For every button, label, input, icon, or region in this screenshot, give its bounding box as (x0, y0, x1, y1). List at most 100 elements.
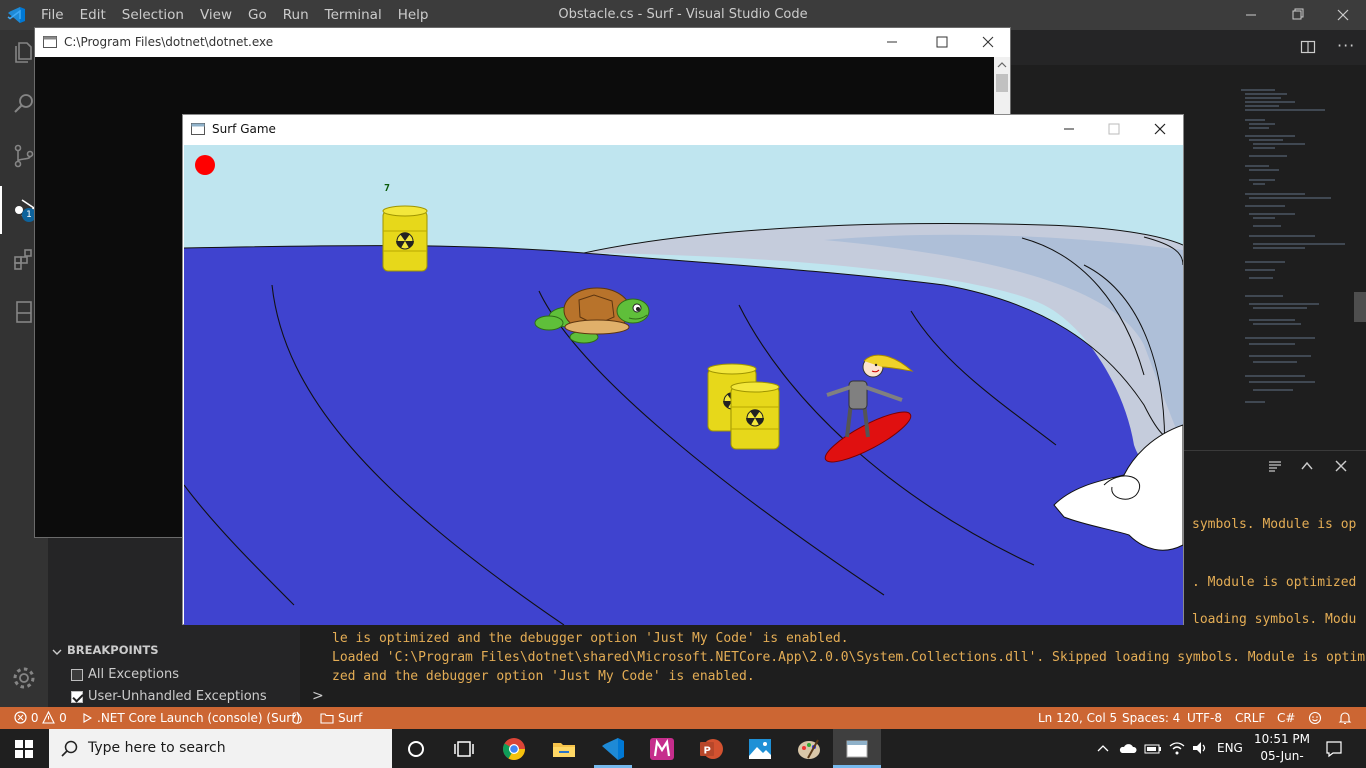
menu-terminal[interactable]: Terminal (317, 0, 390, 30)
more-actions-icon[interactable]: ··· (1337, 36, 1355, 55)
flame-icon[interactable] (291, 711, 303, 725)
powerpoint-icon[interactable]: P (696, 734, 726, 764)
output-line-3: zed and the debugger option 'Just My Cod… (332, 669, 755, 684)
end-of-line[interactable]: CRLF (1235, 707, 1265, 729)
status-bar: 0 0 .NET Core Launch (console) (Surf) Su… (0, 707, 1366, 729)
menu-run[interactable]: Run (275, 0, 317, 30)
menu-file[interactable]: File (33, 0, 72, 30)
language-mode[interactable]: C# (1277, 707, 1295, 729)
console-minimize-icon[interactable] (885, 35, 899, 49)
paint-icon[interactable] (794, 734, 824, 764)
vscode-titlebar: File Edit Selection View Go Run Terminal… (0, 0, 1366, 30)
onedrive-icon[interactable] (1119, 741, 1137, 755)
search-icon (61, 740, 78, 757)
console-app-icon (43, 36, 57, 48)
tray-chevron-up-icon[interactable] (1096, 743, 1110, 753)
active-indicator (0, 186, 2, 234)
encoding[interactable]: UTF-8 (1187, 707, 1222, 729)
score-counter: 7 (384, 183, 390, 194)
warning-count: 0 (59, 711, 67, 725)
cortana-icon[interactable] (401, 734, 431, 764)
svg-text:P: P (704, 746, 711, 757)
scroll-up-arrow-icon[interactable] (997, 61, 1007, 69)
wifi-icon[interactable] (1168, 740, 1186, 756)
chevron-down-icon[interactable] (52, 647, 62, 657)
clock-time[interactable]: 10:51 PM (1253, 731, 1311, 748)
taskbar-search[interactable]: Type here to search (49, 729, 392, 768)
vscode-logo-icon (7, 7, 25, 23)
windows-taskbar: Type here to search P ENG 10:51 PM 05-Ju… (0, 729, 1366, 768)
notifications-bell-icon[interactable] (1338, 711, 1352, 725)
warning-icon (42, 710, 56, 724)
menu-help[interactable]: Help (390, 0, 437, 30)
breakpoint-label: User-Unhandled Exceptions (88, 689, 267, 704)
output-line-fragment-2: . Module is optimized (1192, 575, 1357, 590)
menu-go[interactable]: Go (240, 0, 275, 30)
breakpoint-all-exceptions[interactable]: All Exceptions (71, 667, 179, 682)
editor-scrollbar-thumb[interactable] (1354, 292, 1366, 322)
breakpoints-header[interactable]: BREAKPOINTS (67, 643, 159, 657)
menu-selection[interactable]: Selection (114, 0, 192, 30)
console-maximize-icon[interactable] (935, 35, 949, 49)
error-count: 0 (30, 711, 39, 725)
indentation[interactable]: Spaces: 4 (1122, 707, 1180, 729)
life-indicator (195, 155, 215, 175)
folder-name[interactable]: Surf (338, 707, 362, 729)
breakpoint-label: All Exceptions (88, 667, 179, 682)
console-titlebar[interactable]: C:\Program Files\dotnet\dotnet.exe (35, 28, 1010, 57)
action-center-icon[interactable] (1325, 740, 1343, 758)
surf-close-icon[interactable] (1153, 122, 1167, 136)
maximize-panel-icon[interactable] (1300, 459, 1314, 473)
chrome-icon[interactable] (499, 734, 529, 764)
checkbox-user-unhandled[interactable] (71, 690, 83, 703)
input-language[interactable]: ENG (1217, 729, 1243, 768)
console-title: C:\Program Files\dotnet\dotnet.exe (64, 35, 274, 49)
surf-maximize-icon (1108, 123, 1120, 135)
cursor-position[interactable]: Ln 120, Col 5 (1038, 707, 1117, 729)
problems-status[interactable]: 0 0 (14, 707, 67, 729)
surf-minimize-icon[interactable] (1062, 122, 1076, 136)
vscode-taskbar-icon[interactable] (598, 734, 628, 764)
clock-date[interactable]: 05-Jun-20 (1253, 748, 1311, 768)
radioactive-barrel (382, 205, 428, 272)
feedback-icon[interactable] (1308, 711, 1322, 725)
folder-icon[interactable] (320, 712, 334, 724)
breakpoint-user-unhandled[interactable]: User-Unhandled Exceptions (71, 689, 267, 704)
volume-icon[interactable] (1191, 740, 1209, 756)
minimize-icon[interactable] (1228, 0, 1274, 30)
editor-tabbar: ··· (1010, 30, 1366, 65)
surf-game-window[interactable]: Surf Game 7 (182, 114, 1184, 625)
surf-game-taskbar-icon[interactable] (842, 734, 872, 764)
surf-app-icon (191, 123, 205, 135)
minimap[interactable] (1235, 86, 1353, 416)
output-line-1: le is optimized and the debugger option … (332, 631, 849, 646)
file-explorer-icon[interactable] (549, 734, 579, 764)
menu-edit[interactable]: Edit (72, 0, 114, 30)
battery-icon[interactable] (1144, 741, 1162, 755)
launch-config[interactable]: .NET Core Launch (console) (Surf) (97, 707, 300, 729)
console-scroll-thumb[interactable] (996, 74, 1008, 92)
surf-titlebar[interactable]: Surf Game (183, 115, 1183, 144)
output-line-2: Loaded 'C:\Program Files\dotnet\shared\M… (332, 650, 1366, 665)
game-canvas[interactable]: 7 (184, 145, 1183, 625)
debug-console-prompt[interactable]: > (312, 688, 324, 704)
close-panel-icon[interactable] (1334, 459, 1348, 473)
split-editor-icon[interactable] (1300, 39, 1316, 55)
checkbox-all-exceptions[interactable] (71, 668, 83, 681)
windows-start-icon[interactable] (15, 740, 33, 758)
play-icon[interactable] (83, 713, 92, 723)
mathtype-icon[interactable] (647, 734, 677, 764)
error-icon (14, 711, 27, 724)
clear-output-icon[interactable] (1268, 459, 1282, 473)
console-close-icon[interactable] (981, 35, 995, 49)
menu-view[interactable]: View (192, 0, 240, 30)
restore-icon[interactable] (1274, 0, 1320, 30)
radioactive-barrel (730, 381, 780, 450)
output-line-fragment-1: symbols. Module is op (1192, 517, 1357, 532)
panel-header (1180, 450, 1366, 480)
surf-title: Surf Game (212, 122, 276, 136)
photos-icon[interactable] (745, 734, 775, 764)
settings-gear-icon[interactable] (10, 664, 38, 692)
close-icon[interactable] (1320, 0, 1366, 30)
task-view-icon[interactable] (449, 734, 479, 764)
